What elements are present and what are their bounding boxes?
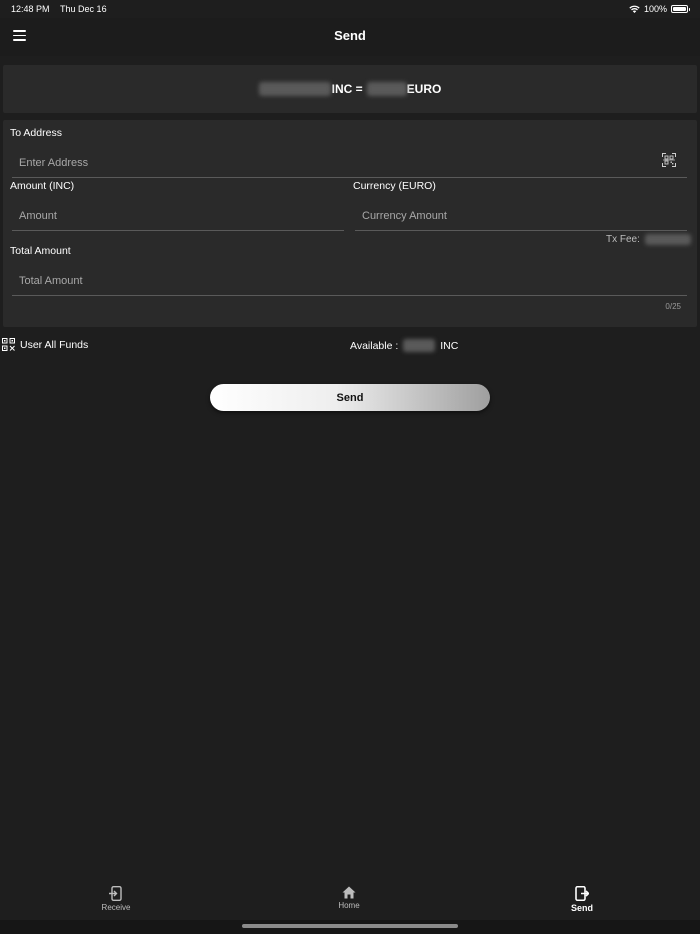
use-all-funds-label: User All Funds [20, 338, 89, 351]
send-button[interactable]: Send [210, 384, 490, 411]
amount-label: Amount (INC) [10, 180, 75, 192]
amount-input[interactable] [12, 202, 344, 231]
use-all-funds-button[interactable]: User All Funds [2, 338, 88, 351]
page-title: Send [334, 28, 366, 43]
nav-bar: Send [0, 18, 700, 56]
send-form-card: To Address Amount (INC) Currency (EURO) … [3, 120, 697, 327]
available-unit: INC [440, 339, 459, 352]
status-bar: 12:48 PM Thu Dec 16 100% [0, 0, 700, 18]
status-time: 12:48 PM [11, 4, 50, 14]
currency-amount-input[interactable] [355, 202, 687, 231]
bottom-tab-bar: Receive Home Send [0, 880, 700, 920]
currency-label: Currency (EURO) [353, 180, 436, 192]
total-amount-input[interactable] [12, 266, 687, 296]
redacted-available-value [403, 339, 436, 352]
to-address-label: To Address [10, 127, 62, 139]
status-right: 100% [629, 4, 690, 14]
address-input[interactable] [12, 148, 687, 178]
home-icon [342, 886, 356, 899]
tab-home-label: Home [338, 901, 360, 910]
redacted-tx-fee [644, 234, 691, 245]
battery-percent: 100% [643, 4, 667, 14]
rate-fiat-unit: EURO [406, 82, 442, 96]
qr-scan-icon[interactable] [662, 153, 676, 167]
battery-icon [671, 5, 690, 13]
tab-receive-label: Receive [101, 903, 131, 912]
tab-receive[interactable]: Receive [76, 886, 156, 912]
send-icon [575, 886, 589, 901]
total-amount-label: Total Amount [10, 245, 71, 257]
available-balance: Available : INC [350, 339, 458, 352]
character-counter: 0/25 [665, 302, 681, 311]
tx-fee-label: Tx Fee: [606, 234, 640, 246]
qr-code-icon [2, 338, 15, 351]
home-indicator[interactable] [242, 924, 458, 928]
exchange-rate-card: INC = EURO [3, 65, 697, 113]
tab-send-label: Send [570, 903, 593, 913]
wifi-icon [629, 5, 640, 13]
tab-send[interactable]: Send [542, 886, 622, 913]
receive-icon [109, 886, 122, 901]
rate-crypto-unit: INC = [331, 82, 363, 96]
redacted-crypto-value [258, 82, 331, 96]
tx-fee: Tx Fee: [606, 234, 691, 245]
status-left: 12:48 PM Thu Dec 16 [11, 4, 107, 14]
redacted-fiat-value [366, 82, 407, 96]
available-label: Available : [350, 339, 399, 352]
status-date: Thu Dec 16 [60, 4, 107, 14]
tab-home[interactable]: Home [309, 886, 389, 910]
